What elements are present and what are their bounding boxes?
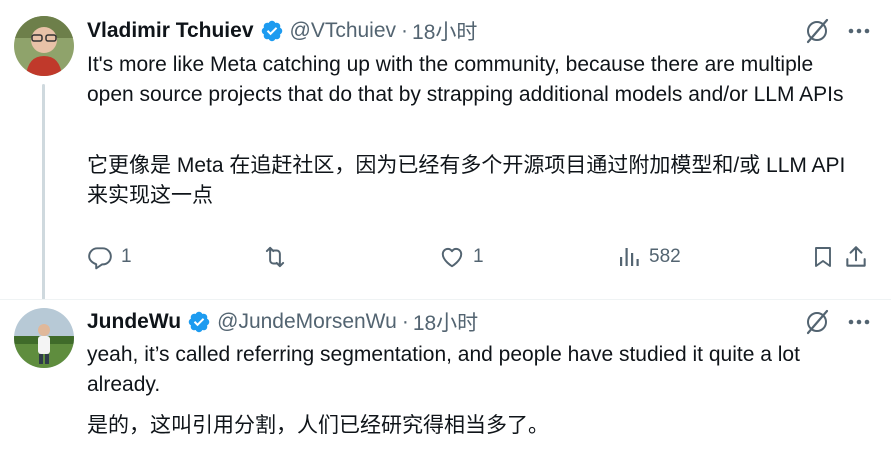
tweet-text: yeah, it’s called referring segmentation… [87, 343, 800, 396]
views-icon [620, 248, 639, 266]
bookmark-button[interactable] [811, 240, 835, 274]
tweet-translation: 它更像是 Meta 在追赶社区，因为已经有多个开源项目通过附加模型和/或 LLM… [87, 154, 846, 207]
translate-icon[interactable] [803, 308, 831, 336]
header-actions [803, 16, 871, 46]
more-icon[interactable] [847, 19, 871, 43]
verified-badge-icon[interactable] [187, 310, 211, 334]
share-button[interactable] [843, 240, 869, 274]
header-actions [803, 307, 871, 337]
avatar-photo-icon [14, 308, 74, 368]
tweet-text: It's more like Meta catching up with the… [87, 53, 844, 106]
author-name[interactable]: JundeWu [87, 310, 181, 334]
tweet-header: JundeWu @JundeMorsenWu · 18小时 [87, 307, 871, 337]
tweet[interactable]: Vladimir Tchuiev @VTchuiev · 18小时 It's m… [0, 0, 891, 300]
bookmark-icon [815, 247, 831, 267]
separator: · [401, 19, 409, 42]
avatar[interactable] [14, 308, 74, 368]
author-name[interactable]: Vladimir Tchuiev [87, 19, 254, 43]
retweet-button[interactable] [261, 240, 297, 274]
retweet-icon [265, 246, 285, 268]
verified-badge-icon[interactable] [260, 19, 284, 43]
tweet[interactable]: JundeWu @JundeMorsenWu · 18小时 yeah, it’s… [0, 300, 891, 465]
author-handle[interactable]: @JundeMorsenWu [217, 310, 397, 334]
like-count: 1 [473, 246, 484, 267]
avatar-photo-icon [14, 16, 74, 76]
tweet-actions: 1 1 582 [87, 240, 869, 274]
like-icon [441, 247, 463, 268]
tweet-translation: 是的，这叫引用分割，人们已经研究得相当多了。 [87, 414, 549, 437]
separator: · [401, 310, 409, 333]
avatar[interactable] [14, 16, 74, 76]
timestamp[interactable]: 18小时 [413, 307, 478, 337]
tweet-header: Vladimir Tchuiev @VTchuiev · 18小时 [87, 16, 871, 46]
author-handle[interactable]: @VTchuiev [290, 19, 397, 43]
share-icon [846, 246, 866, 267]
more-icon[interactable] [847, 310, 871, 334]
like-button[interactable]: 1 [439, 240, 484, 274]
reply-count: 1 [121, 246, 132, 267]
views-button[interactable]: 582 [617, 240, 681, 274]
reply-button[interactable]: 1 [87, 240, 132, 274]
timestamp[interactable]: 18小时 [412, 16, 477, 46]
views-count: 582 [649, 246, 681, 267]
reply-icon [88, 247, 112, 270]
translate-icon[interactable] [803, 17, 831, 45]
thread-line [42, 84, 45, 300]
